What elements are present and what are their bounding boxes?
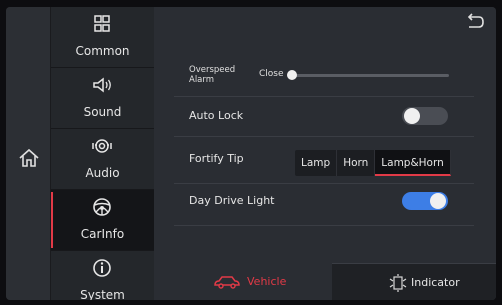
overspeed-slider-thumb[interactable] <box>287 70 297 80</box>
sidebar-item-common[interactable]: Common <box>51 7 154 68</box>
fortify-option-lamp[interactable]: Lamp <box>295 150 338 176</box>
fortify-option-lamp-horn[interactable]: Lamp&Horn <box>375 150 451 176</box>
fortify-option-horn[interactable]: Horn <box>337 150 376 176</box>
auto-lock-toggle[interactable] <box>402 107 448 125</box>
car-icon <box>214 276 240 289</box>
tab-indicator[interactable]: Indicator <box>332 263 496 300</box>
tab-indicator-label: Indicator <box>411 276 460 289</box>
grid-icon <box>94 15 110 32</box>
sidebar-item-carinfo[interactable]: CarInfo <box>51 190 154 251</box>
left-bar <box>6 7 51 300</box>
indicator-icon <box>389 274 407 292</box>
sidebar-item-label: Common <box>75 44 130 58</box>
home-icon[interactable] <box>18 147 40 169</box>
audio-icon <box>92 139 112 153</box>
sidebar-item-audio[interactable]: Audio <box>51 129 154 190</box>
day-light-row: Day Drive Light <box>174 183 474 226</box>
fortify-label: Fortify Tip <box>189 152 244 165</box>
sidebar-item-sound[interactable]: Sound <box>51 68 154 129</box>
overspeed-value: Close <box>259 69 284 79</box>
info-icon <box>93 259 111 277</box>
back-icon[interactable] <box>464 13 486 31</box>
sidebar-item-label: CarInfo <box>80 227 125 241</box>
settings-screen: Common Sound Audio CarInfo System Oversp… <box>6 7 496 300</box>
steering-wheel-icon <box>93 198 111 216</box>
sidebar-item-label: System <box>80 288 125 300</box>
overspeed-label: Overspeed Alarm <box>189 65 236 85</box>
sidebar-item-label: Sound <box>83 105 122 119</box>
sidebar-item-system[interactable]: System <box>51 251 154 300</box>
speaker-icon <box>93 77 111 93</box>
day-light-label: Day Drive Light <box>189 194 275 207</box>
auto-lock-row: Auto Lock <box>174 96 474 137</box>
fortify-selector: Lamp Horn Lamp&Horn <box>295 150 451 176</box>
sidebar-item-label: Audio <box>85 166 120 180</box>
tab-vehicle-label: Vehicle <box>247 275 287 288</box>
auto-lock-label: Auto Lock <box>189 109 244 122</box>
day-light-toggle[interactable] <box>402 192 448 210</box>
overspeed-slider[interactable] <box>292 74 449 77</box>
sidebar-nav: Common Sound Audio CarInfo System <box>51 7 154 300</box>
settings-content: Overspeed Alarm Close Auto Lock Fortify … <box>154 7 496 300</box>
tab-vehicle[interactable]: Vehicle <box>154 263 332 300</box>
